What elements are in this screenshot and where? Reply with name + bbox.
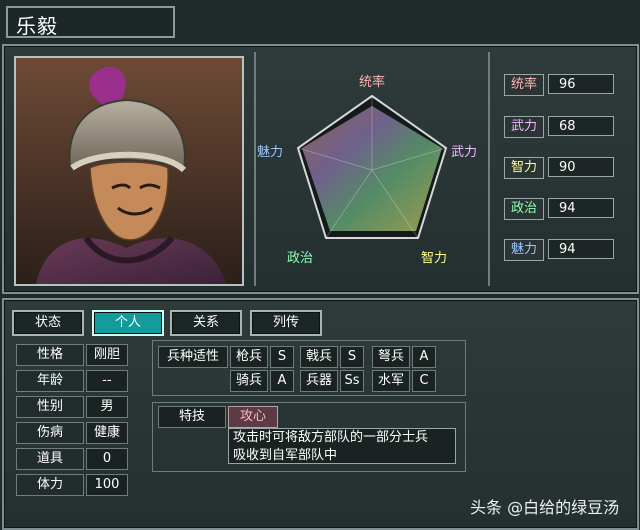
radar-label-right: 武力	[451, 145, 477, 160]
radar-chart: 统率 武力 智力 政治 魅力	[257, 74, 477, 266]
troop-name: 戟兵	[300, 346, 338, 368]
info-value: 刚胆	[86, 344, 128, 366]
portrait	[14, 56, 244, 286]
skill-description-line1: 攻击时可将敌方部队的一部分士兵	[233, 430, 429, 445]
troop-name: 兵器	[300, 370, 338, 392]
troop-header: 兵种适性	[158, 346, 228, 368]
character-name: 乐毅	[16, 14, 58, 38]
tab-status[interactable]: 状态	[12, 310, 84, 336]
info-label: 年龄	[16, 370, 84, 392]
skill-name: 攻心	[228, 406, 278, 428]
radar-label-left: 魅力	[257, 145, 283, 160]
stat-label: 智力	[504, 157, 544, 179]
skill-description: 攻击时可将敌方部队的一部分士兵 吸收到自军部队中	[228, 428, 456, 464]
skill-header: 特技	[158, 406, 226, 428]
info-label: 体力	[16, 474, 84, 496]
tab-biography[interactable]: 列传	[250, 310, 322, 336]
troop-grade: A	[412, 346, 436, 368]
watermark: 头条 @白给的绿豆汤	[470, 498, 620, 517]
radar-label-bottom-left: 政治	[287, 251, 313, 266]
info-value: 100	[86, 474, 128, 496]
stat-label: 统率	[504, 74, 544, 96]
troop-name: 弩兵	[372, 346, 410, 368]
portrait-image	[16, 58, 242, 284]
character-name-box: 乐毅	[6, 6, 175, 38]
info-value: 男	[86, 396, 128, 418]
info-value: --	[86, 370, 128, 392]
divider	[488, 52, 490, 286]
stat-value: 94	[548, 198, 614, 218]
troop-name: 枪兵	[230, 346, 268, 368]
troop-grade: S	[340, 346, 364, 368]
troop-grade: S	[270, 346, 294, 368]
troop-name: 水军	[372, 370, 410, 392]
top-panel: 统率 武力 智力 政治 魅力 统率 96 武力 68 智力 90 政治 94 魅…	[2, 44, 639, 294]
troop-grade: Ss	[340, 370, 364, 392]
stat-label: 魅力	[504, 239, 544, 261]
info-value: 0	[86, 448, 128, 470]
skill-description-line2: 吸收到自军部队中	[233, 448, 338, 463]
troop-grade: C	[412, 370, 436, 392]
stat-value: 90	[548, 157, 614, 177]
troop-name: 骑兵	[230, 370, 268, 392]
info-label: 伤病	[16, 422, 84, 444]
tab-personal[interactable]: 个人	[92, 310, 164, 336]
troop-grade: A	[270, 370, 294, 392]
info-label: 性格	[16, 344, 84, 366]
radar-label-top: 统率	[359, 74, 385, 90]
info-value: 健康	[86, 422, 128, 444]
stat-value: 94	[548, 239, 614, 259]
stat-value: 96	[548, 74, 614, 94]
info-label: 性别	[16, 396, 84, 418]
stat-label: 政治	[504, 198, 544, 220]
stat-value: 68	[548, 116, 614, 136]
info-label: 道具	[16, 448, 84, 470]
stat-label: 武力	[504, 116, 544, 138]
radar-label-bottom-right: 智力	[421, 251, 447, 266]
tab-relations[interactable]: 关系	[170, 310, 242, 336]
